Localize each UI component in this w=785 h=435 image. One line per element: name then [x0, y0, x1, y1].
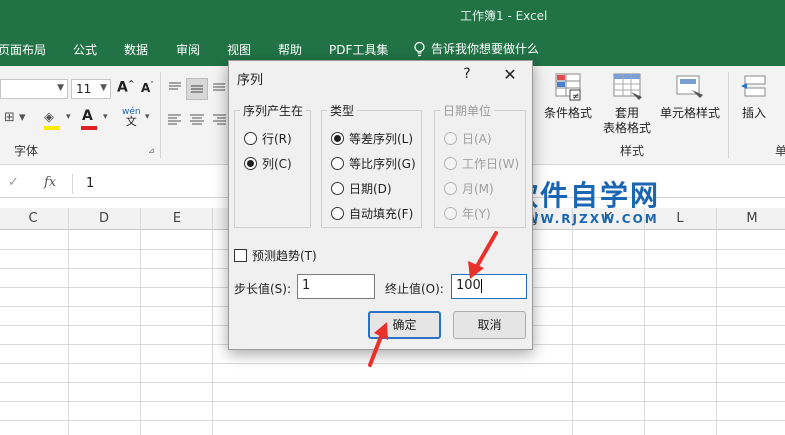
- arrow-to-ok-button: [368, 322, 388, 367]
- annotation-arrows: [368, 231, 498, 367]
- arrow-to-stop-value: [468, 231, 498, 279]
